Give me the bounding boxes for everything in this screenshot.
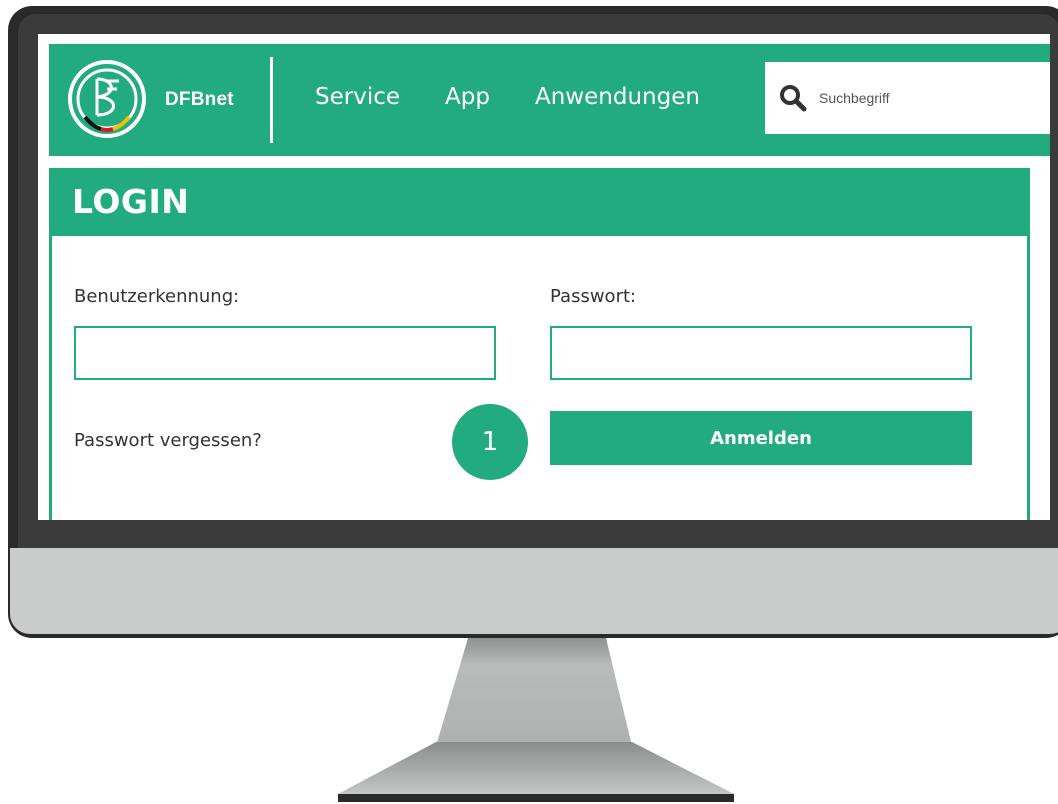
search-icon[interactable] (779, 84, 807, 112)
step-badge: 1 (452, 404, 528, 480)
password-field[interactable] (550, 326, 972, 380)
nav-anwendungen[interactable]: Anwendungen (535, 84, 700, 110)
login-header: LOGIN (52, 168, 1030, 236)
header-divider (270, 57, 273, 143)
monitor-stand (338, 638, 734, 802)
login-title: LOGIN (72, 182, 190, 221)
search-input[interactable] (819, 80, 1039, 116)
password-label: Passwort: (550, 286, 637, 307)
username-field[interactable] (74, 326, 496, 380)
search-box (765, 62, 1050, 134)
site-header: DFBnet Service App Anwendungen (49, 44, 1050, 156)
nav-service[interactable]: Service (315, 84, 400, 110)
step-number: 1 (481, 427, 499, 457)
monitor-chin (10, 548, 1058, 634)
brand-name: DFBnet (165, 89, 234, 110)
username-label: Benutzerkennung: (74, 286, 240, 307)
forgot-password-link[interactable]: Passwort vergessen? (74, 430, 262, 451)
nav-app[interactable]: App (445, 84, 490, 110)
login-panel: LOGIN Benutzerkennung: Passwort: Passwor… (49, 168, 1030, 520)
login-button[interactable]: Anmelden (550, 411, 972, 465)
dfb-logo[interactable] (67, 59, 147, 139)
dfb-emblem-icon (68, 60, 146, 138)
browser-screen: DFBnet Service App Anwendungen LOGIN Ben… (38, 34, 1050, 520)
